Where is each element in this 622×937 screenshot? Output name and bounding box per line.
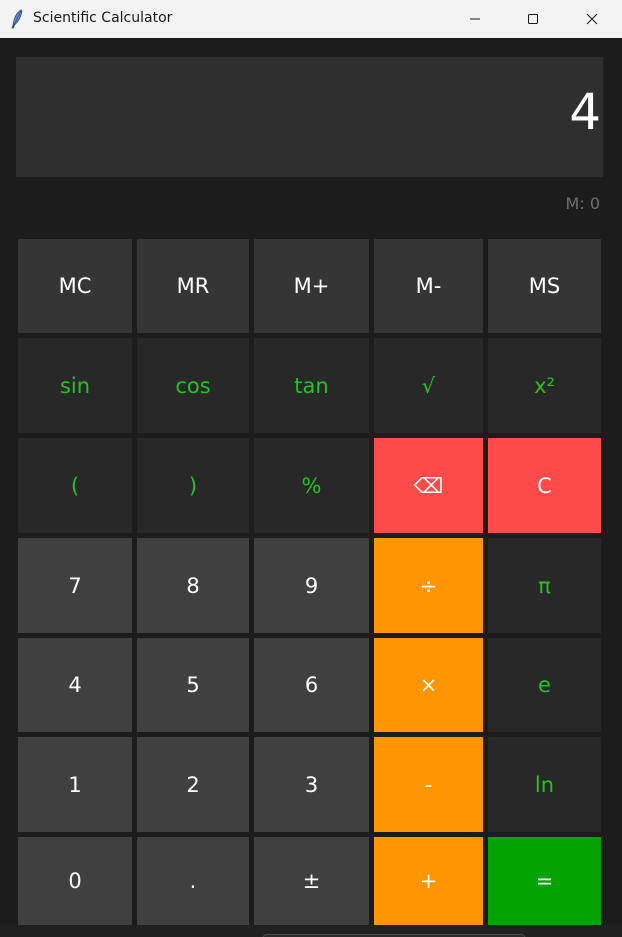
pi-button[interactable]: π bbox=[488, 538, 601, 633]
digit-2-button[interactable]: 2 bbox=[137, 737, 249, 832]
digit-8-button[interactable]: 8 bbox=[137, 538, 249, 633]
percent-button[interactable]: % bbox=[254, 438, 369, 533]
window-title: Scientific Calculator bbox=[33, 10, 173, 26]
ln-button[interactable]: ln bbox=[488, 737, 601, 832]
minimize-icon bbox=[470, 18, 480, 20]
tan-button[interactable]: tan bbox=[254, 338, 369, 433]
close-button[interactable] bbox=[563, 0, 621, 38]
square-button[interactable]: x² bbox=[488, 338, 601, 433]
digit-4-button[interactable]: 4 bbox=[18, 638, 132, 732]
memory-indicator: M: 0 bbox=[565, 194, 600, 213]
close-icon bbox=[586, 13, 598, 25]
digit-0-button[interactable]: 0 bbox=[18, 837, 132, 925]
left-paren-button[interactable]: ( bbox=[18, 438, 132, 533]
memory-subtract-button[interactable]: M- bbox=[374, 239, 483, 333]
digit-9-button[interactable]: 9 bbox=[254, 538, 369, 633]
memory-add-button[interactable]: M+ bbox=[254, 239, 369, 333]
display-value: 4 bbox=[569, 83, 601, 141]
memory-recall-button[interactable]: MR bbox=[137, 239, 249, 333]
subtract-button[interactable]: - bbox=[374, 737, 483, 832]
divide-button[interactable]: ÷ bbox=[374, 538, 483, 633]
backspace-button[interactable]: ⌫ bbox=[374, 438, 483, 533]
display-panel: 4 bbox=[16, 57, 603, 177]
e-constant-button[interactable]: e bbox=[488, 638, 601, 732]
digit-5-button[interactable]: 5 bbox=[137, 638, 249, 732]
sqrt-button[interactable]: √ bbox=[374, 338, 483, 433]
cos-button[interactable]: cos bbox=[137, 338, 249, 433]
plus-minus-button[interactable]: ± bbox=[254, 837, 369, 925]
calculator-body: 4 M: 0 MC MR M+ M- MS sin cos tan √ x² (… bbox=[0, 38, 622, 925]
sin-button[interactable]: sin bbox=[18, 338, 132, 433]
memory-store-button[interactable]: MS bbox=[488, 239, 601, 333]
title-bar: Scientific Calculator bbox=[0, 0, 622, 38]
multiply-button[interactable]: × bbox=[374, 638, 483, 732]
minimize-button[interactable] bbox=[446, 0, 504, 38]
maximize-icon bbox=[528, 14, 538, 24]
decimal-button[interactable]: . bbox=[137, 837, 249, 925]
digit-7-button[interactable]: 7 bbox=[18, 538, 132, 633]
clear-button[interactable]: C bbox=[488, 438, 601, 533]
memory-clear-button[interactable]: MC bbox=[18, 239, 132, 333]
right-paren-button[interactable]: ) bbox=[137, 438, 249, 533]
feather-icon bbox=[11, 9, 23, 29]
equals-button[interactable]: = bbox=[488, 837, 601, 925]
maximize-button[interactable] bbox=[504, 0, 562, 38]
add-button[interactable]: + bbox=[374, 837, 483, 925]
digit-3-button[interactable]: 3 bbox=[254, 737, 369, 832]
digit-1-button[interactable]: 1 bbox=[18, 737, 132, 832]
digit-6-button[interactable]: 6 bbox=[254, 638, 369, 732]
